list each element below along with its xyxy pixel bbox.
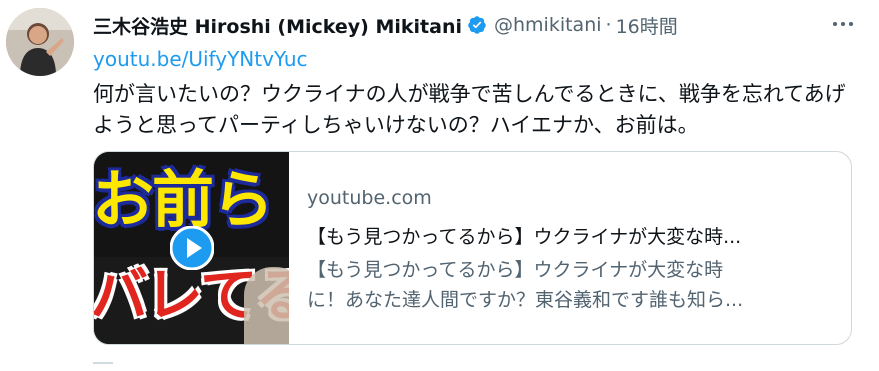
author-avatar[interactable]	[6, 8, 74, 76]
more-options-icon-dot	[849, 22, 853, 26]
thumbnail-person	[244, 267, 289, 344]
more-options-button[interactable]	[825, 10, 861, 38]
card-description: 【もう見つかってるから】ウクライナが大変な時 に！あなた達人間ですか？東谷義和で…	[307, 255, 827, 315]
author-display-name[interactable]: 三木谷浩史 Hiroshi (Mickey) Mikitani	[93, 12, 462, 39]
tweet-link[interactable]: youtu.be/UifyYNtvYuc	[93, 47, 308, 71]
video-thumbnail[interactable]: お前ら バレてる	[94, 152, 289, 344]
tweet-header: 三木谷浩史 Hiroshi (Mickey) Mikitani @hmikita…	[93, 12, 678, 38]
header-separator: ·	[605, 14, 612, 36]
tweet-text: 何が言いたいの？ウクライナの人が戦争で苦しんでるときに、戦争を忘れてあげようと思…	[93, 82, 846, 137]
more-options-icon-dot	[841, 22, 845, 26]
action-bar-edge	[93, 362, 113, 371]
card-description-line: に！あなた達人間ですか？東谷義和です誰も知ら...	[307, 289, 744, 311]
avatar-image	[6, 8, 74, 76]
card-description-line: 【もう見つかってるから】ウクライナが大変な時	[307, 259, 724, 281]
author-handle[interactable]: @hmikitani	[494, 14, 602, 36]
tweet-timestamp[interactable]: 16時間	[616, 12, 678, 39]
link-preview-card[interactable]: お前ら バレてる youtube.com 【もう見つかってるから】ウクライナが大…	[93, 151, 852, 345]
verified-badge-icon	[468, 16, 486, 34]
card-domain: youtube.com	[307, 187, 432, 209]
play-icon[interactable]	[170, 226, 214, 270]
more-options-icon	[833, 22, 837, 26]
card-title: 【もう見つかってるから】ウクライナが大変な時...	[307, 226, 742, 248]
